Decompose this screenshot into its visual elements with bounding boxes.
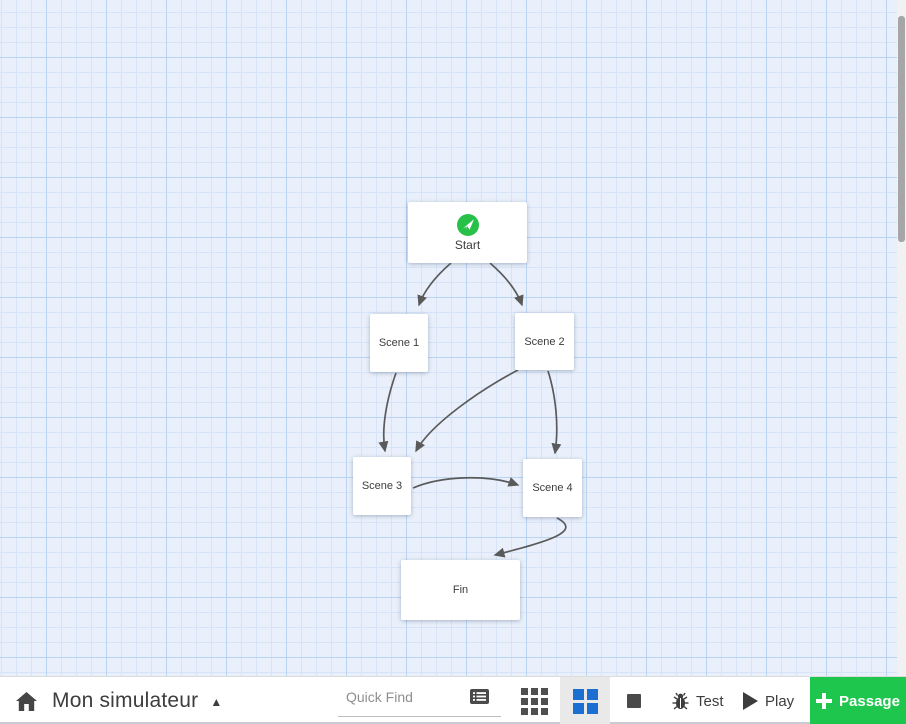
view-zoom-large-button[interactable]	[560, 677, 610, 724]
new-passage-label: Passage	[839, 692, 900, 710]
bug-icon	[672, 692, 689, 710]
passage-node-start[interactable]: Start	[408, 202, 527, 263]
passage-title: Scene 3	[361, 480, 403, 492]
story-title: Mon simulateur	[52, 689, 199, 712]
passage-node-scene3[interactable]: Scene 3	[353, 457, 411, 515]
plus-icon	[816, 693, 833, 709]
passage-title: Fin	[452, 584, 469, 596]
grid-2x2-icon	[572, 688, 598, 714]
passage-link	[489, 262, 524, 307]
play-label: Play	[765, 692, 795, 710]
new-passage-button[interactable]: Passage	[810, 677, 906, 724]
passage-title: Scene 4	[532, 482, 573, 494]
passage-link	[547, 370, 562, 455]
passage-node-scene1[interactable]: Scene 1	[370, 314, 428, 372]
story-title-menu-button[interactable]: Mon simulateur ▲	[52, 677, 222, 724]
home-button[interactable]	[12, 677, 40, 724]
passage-title: Start	[454, 237, 481, 252]
list-card-icon[interactable]	[470, 689, 489, 704]
passage-title: Scene 2	[524, 335, 565, 348]
passage-node-fin[interactable]: Fin	[401, 560, 520, 620]
grid-3x3-icon	[520, 687, 548, 715]
passage-node-scene2[interactable]: Scene 2	[515, 313, 574, 370]
passage-title: Scene 1	[378, 337, 420, 349]
start-rocket-icon	[456, 213, 479, 236]
passage-link	[493, 517, 567, 558]
play-button[interactable]: Play	[743, 677, 794, 724]
bottom-toolbar: Mon simulateur ▲ Quick Find Test Play Pa…	[0, 676, 906, 724]
passage-link	[378, 372, 397, 453]
test-label: Test	[696, 692, 724, 710]
caret-up-icon: ▲	[210, 695, 223, 709]
stop-icon	[627, 694, 641, 708]
passage-link	[415, 369, 519, 453]
passage-node-scene4[interactable]: Scene 4	[523, 459, 582, 517]
story-editor-window: Start Scene 1 Scene 2 Scene 3 Scene 4 Fin Mon…	[0, 0, 906, 724]
vertical-scrollbar-thumb[interactable]	[898, 16, 905, 242]
home-icon	[15, 691, 37, 711]
view-zoom-small-button[interactable]	[520, 677, 548, 724]
quick-find	[338, 677, 501, 717]
play-icon	[743, 692, 758, 710]
quick-find-input[interactable]	[338, 688, 456, 705]
passage-link	[412, 476, 520, 489]
stop-button[interactable]	[624, 677, 644, 724]
passage-link	[417, 262, 452, 307]
test-button[interactable]: Test	[671, 677, 724, 724]
story-map-canvas[interactable]: Start Scene 1 Scene 2 Scene 3 Scene 4 Fin	[0, 0, 906, 676]
vertical-scrollbar-track[interactable]	[897, 0, 906, 676]
